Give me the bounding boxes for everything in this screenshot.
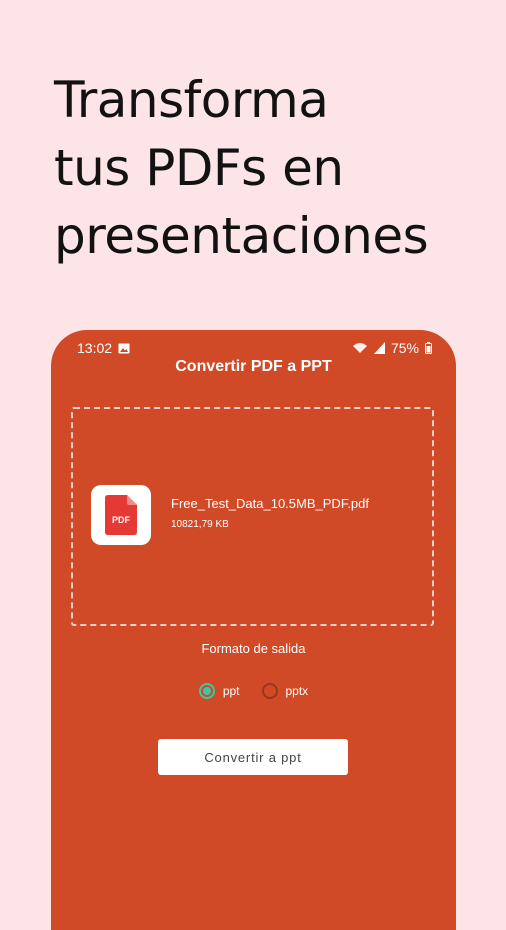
hero-line-2: tus PDFs en (54, 139, 344, 197)
image-notification-icon (118, 343, 130, 353)
pdf-icon-label: PDF (112, 515, 131, 525)
hero-line-3: presentaciones (54, 207, 429, 265)
radio-option-ppt[interactable]: ppt (198, 683, 240, 699)
hero-headline: Transforma tus PDFs en presentaciones (54, 66, 494, 270)
phone-screen: 13:02 75% Convertir PDF a PPT PDF Free_T… (51, 330, 456, 930)
radio-label-pptx: pptx (285, 684, 309, 698)
status-bar: 13:02 75% (77, 339, 432, 357)
file-drop-zone[interactable]: PDF Free_Test_Data_10.5MB_PDF.pdf 10821,… (71, 407, 434, 626)
battery-level: 75% (390, 340, 419, 356)
battery-icon (425, 342, 432, 354)
wifi-icon (352, 343, 367, 353)
convert-button[interactable]: Convertir a ppt (158, 739, 348, 775)
signal-icon (373, 342, 385, 354)
radio-unselected-indicator[interactable] (261, 683, 278, 699)
output-format-label: Formato de salida (201, 641, 306, 656)
format-radio-group: ppt pptx (51, 683, 456, 699)
radio-option-pptx[interactable]: pptx (261, 683, 309, 699)
screen-title: Convertir PDF a PPT (175, 358, 332, 375)
status-time: 13:02 (77, 340, 113, 356)
hero-line-1: Transforma (54, 71, 329, 129)
file-thumbnail[interactable]: PDF (91, 485, 151, 545)
file-size: 10821,79 KB (171, 519, 229, 530)
pdf-file-icon: PDF (105, 495, 137, 535)
radio-label-ppt: ppt (222, 684, 240, 698)
file-name: Free_Test_Data_10.5MB_PDF.pdf (171, 496, 369, 511)
radio-selected-indicator[interactable] (198, 683, 215, 699)
